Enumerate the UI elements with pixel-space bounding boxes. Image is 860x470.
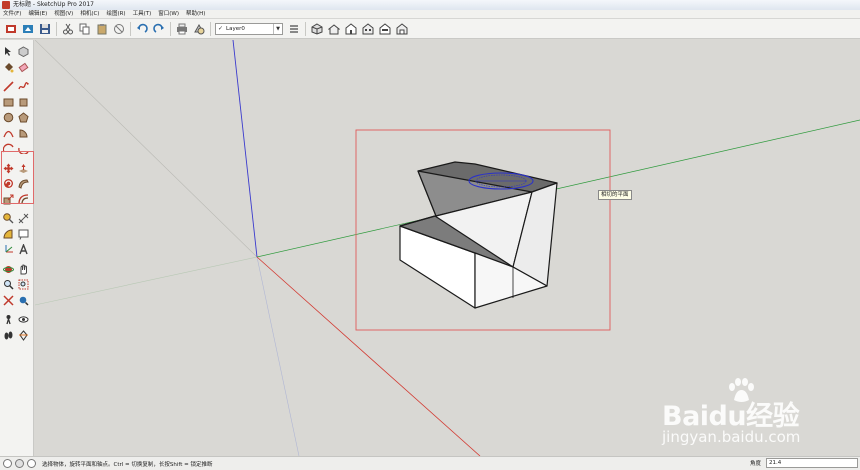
green-axis (256, 119, 860, 258)
green-axis-negative (35, 256, 258, 306)
move-icon[interactable] (3, 162, 14, 174)
main-toolbar: ✓ Layer0 ▼ (0, 19, 860, 39)
zoom-icon[interactable] (3, 279, 14, 291)
blue-axis-negative (256, 256, 300, 456)
section-plane-icon[interactable] (18, 329, 29, 341)
menu-file[interactable]: 文件(F) (3, 10, 21, 19)
scene-drawing (35, 40, 860, 456)
pan-icon[interactable] (18, 263, 29, 275)
axes-icon[interactable] (3, 244, 14, 256)
iso-view-icon[interactable] (310, 22, 323, 35)
title-bar: 无标题 - SketchUp Pro 2017 (0, 0, 860, 10)
credits-icon[interactable] (15, 459, 24, 468)
layer-dropdown-value: Layer0 (226, 25, 245, 32)
3d-text-icon[interactable] (18, 244, 29, 256)
menu-view[interactable]: 视图(V) (54, 10, 73, 19)
menu-tools[interactable]: 工具(T) (133, 10, 152, 19)
push-pull-icon[interactable] (18, 162, 29, 174)
status-bar: 选择物体，旋转平面和轴点。Ctrl = 切换复制，长按Shift = 锁定推断 … (0, 456, 860, 470)
rotate-icon[interactable] (3, 178, 14, 190)
save-icon[interactable] (38, 22, 51, 35)
walk-icon[interactable] (3, 329, 14, 341)
circle-icon[interactable] (3, 112, 14, 124)
print-icon[interactable] (175, 22, 188, 35)
previous-view-icon[interactable] (18, 294, 29, 306)
copy-icon[interactable] (78, 22, 91, 35)
menu-draw[interactable]: 绘图(R) (106, 10, 125, 19)
polygon-icon[interactable] (18, 112, 29, 124)
rotated-rectangle-icon[interactable] (18, 96, 29, 108)
model-viewport[interactable] (35, 40, 860, 456)
component-icon[interactable] (18, 46, 29, 58)
angle-value-field[interactable]: 21.4 (766, 458, 858, 468)
redo-icon[interactable] (152, 22, 165, 35)
toolbar-separator (130, 21, 131, 36)
sketchup-window: 无标题 - SketchUp Pro 2017 文件(F) 编辑(E) 视图(V… (0, 0, 860, 470)
help-icon[interactable] (27, 459, 36, 468)
guide-line (35, 40, 258, 258)
rectangle-icon[interactable] (3, 96, 14, 108)
dimension-icon[interactable] (18, 213, 29, 225)
share-model-icon[interactable] (21, 22, 34, 35)
orbit-icon[interactable] (3, 263, 14, 275)
position-camera-icon[interactable] (3, 314, 14, 326)
top-view-icon[interactable] (327, 22, 340, 35)
toolbar-separator (170, 21, 171, 36)
window-title: 无标题 - SketchUp Pro 2017 (13, 1, 94, 8)
left-view-icon[interactable] (395, 22, 408, 35)
tape-measure-icon[interactable] (3, 213, 14, 225)
two-point-arc-icon[interactable] (3, 143, 14, 155)
freehand-icon[interactable] (18, 81, 29, 93)
look-around-icon[interactable] (18, 314, 29, 326)
toolbar-separator (210, 21, 211, 36)
menu-camera[interactable]: 相机(C) (80, 10, 99, 19)
offset-icon[interactable] (18, 193, 29, 205)
scale-icon[interactable] (3, 193, 14, 205)
three-point-arc-icon[interactable] (18, 143, 29, 155)
layer-dropdown[interactable]: ✓ Layer0 ▼ (215, 22, 283, 35)
status-message: 选择物体，旋转平面和轴点。Ctrl = 切换复制，长按Shift = 锁定推断 (42, 461, 213, 468)
zoom-window-icon[interactable] (18, 279, 29, 291)
blue-axis (232, 40, 258, 258)
toolbar-separator (305, 21, 306, 36)
menu-edit[interactable]: 编辑(E) (28, 10, 47, 19)
menu-bar: 文件(F) 编辑(E) 视图(V) 相机(C) 绘图(R) 工具(T) 窗口(W… (0, 10, 860, 19)
angle-label: 角度 (750, 461, 762, 467)
sketchup-app-icon (2, 1, 10, 9)
text-icon[interactable] (18, 228, 29, 240)
chevron-down-icon[interactable]: ▼ (273, 23, 282, 34)
model-info-icon[interactable] (192, 22, 205, 35)
menu-help[interactable]: 帮助(H) (186, 10, 205, 19)
left-toolbar (0, 40, 34, 456)
protractor-icon[interactable] (3, 228, 14, 240)
layer-check-icon: ✓ (218, 25, 224, 32)
eraser-icon[interactable] (18, 61, 29, 73)
select-icon[interactable] (3, 46, 14, 58)
paint-bucket-icon[interactable] (3, 61, 14, 73)
right-view-icon[interactable] (361, 22, 374, 35)
layer-manager-icon[interactable] (287, 22, 300, 35)
cut-icon[interactable] (61, 22, 74, 35)
pie-icon[interactable] (18, 127, 29, 139)
line-icon[interactable] (3, 81, 14, 93)
front-view-icon[interactable] (344, 22, 357, 35)
inference-tooltip: 相切的平面 (598, 190, 632, 200)
erase-icon[interactable] (112, 22, 125, 35)
arc-icon[interactable] (3, 127, 14, 139)
follow-me-icon[interactable] (18, 178, 29, 190)
get-models-icon[interactable] (4, 22, 17, 35)
paste-icon[interactable] (95, 22, 108, 35)
undo-icon[interactable] (135, 22, 148, 35)
zoom-extents-icon[interactable] (3, 294, 14, 306)
menu-window[interactable]: 窗口(W) (158, 10, 179, 19)
back-view-icon[interactable] (378, 22, 391, 35)
toolbar-separator (56, 21, 57, 36)
geolocation-icon[interactable] (3, 459, 12, 468)
